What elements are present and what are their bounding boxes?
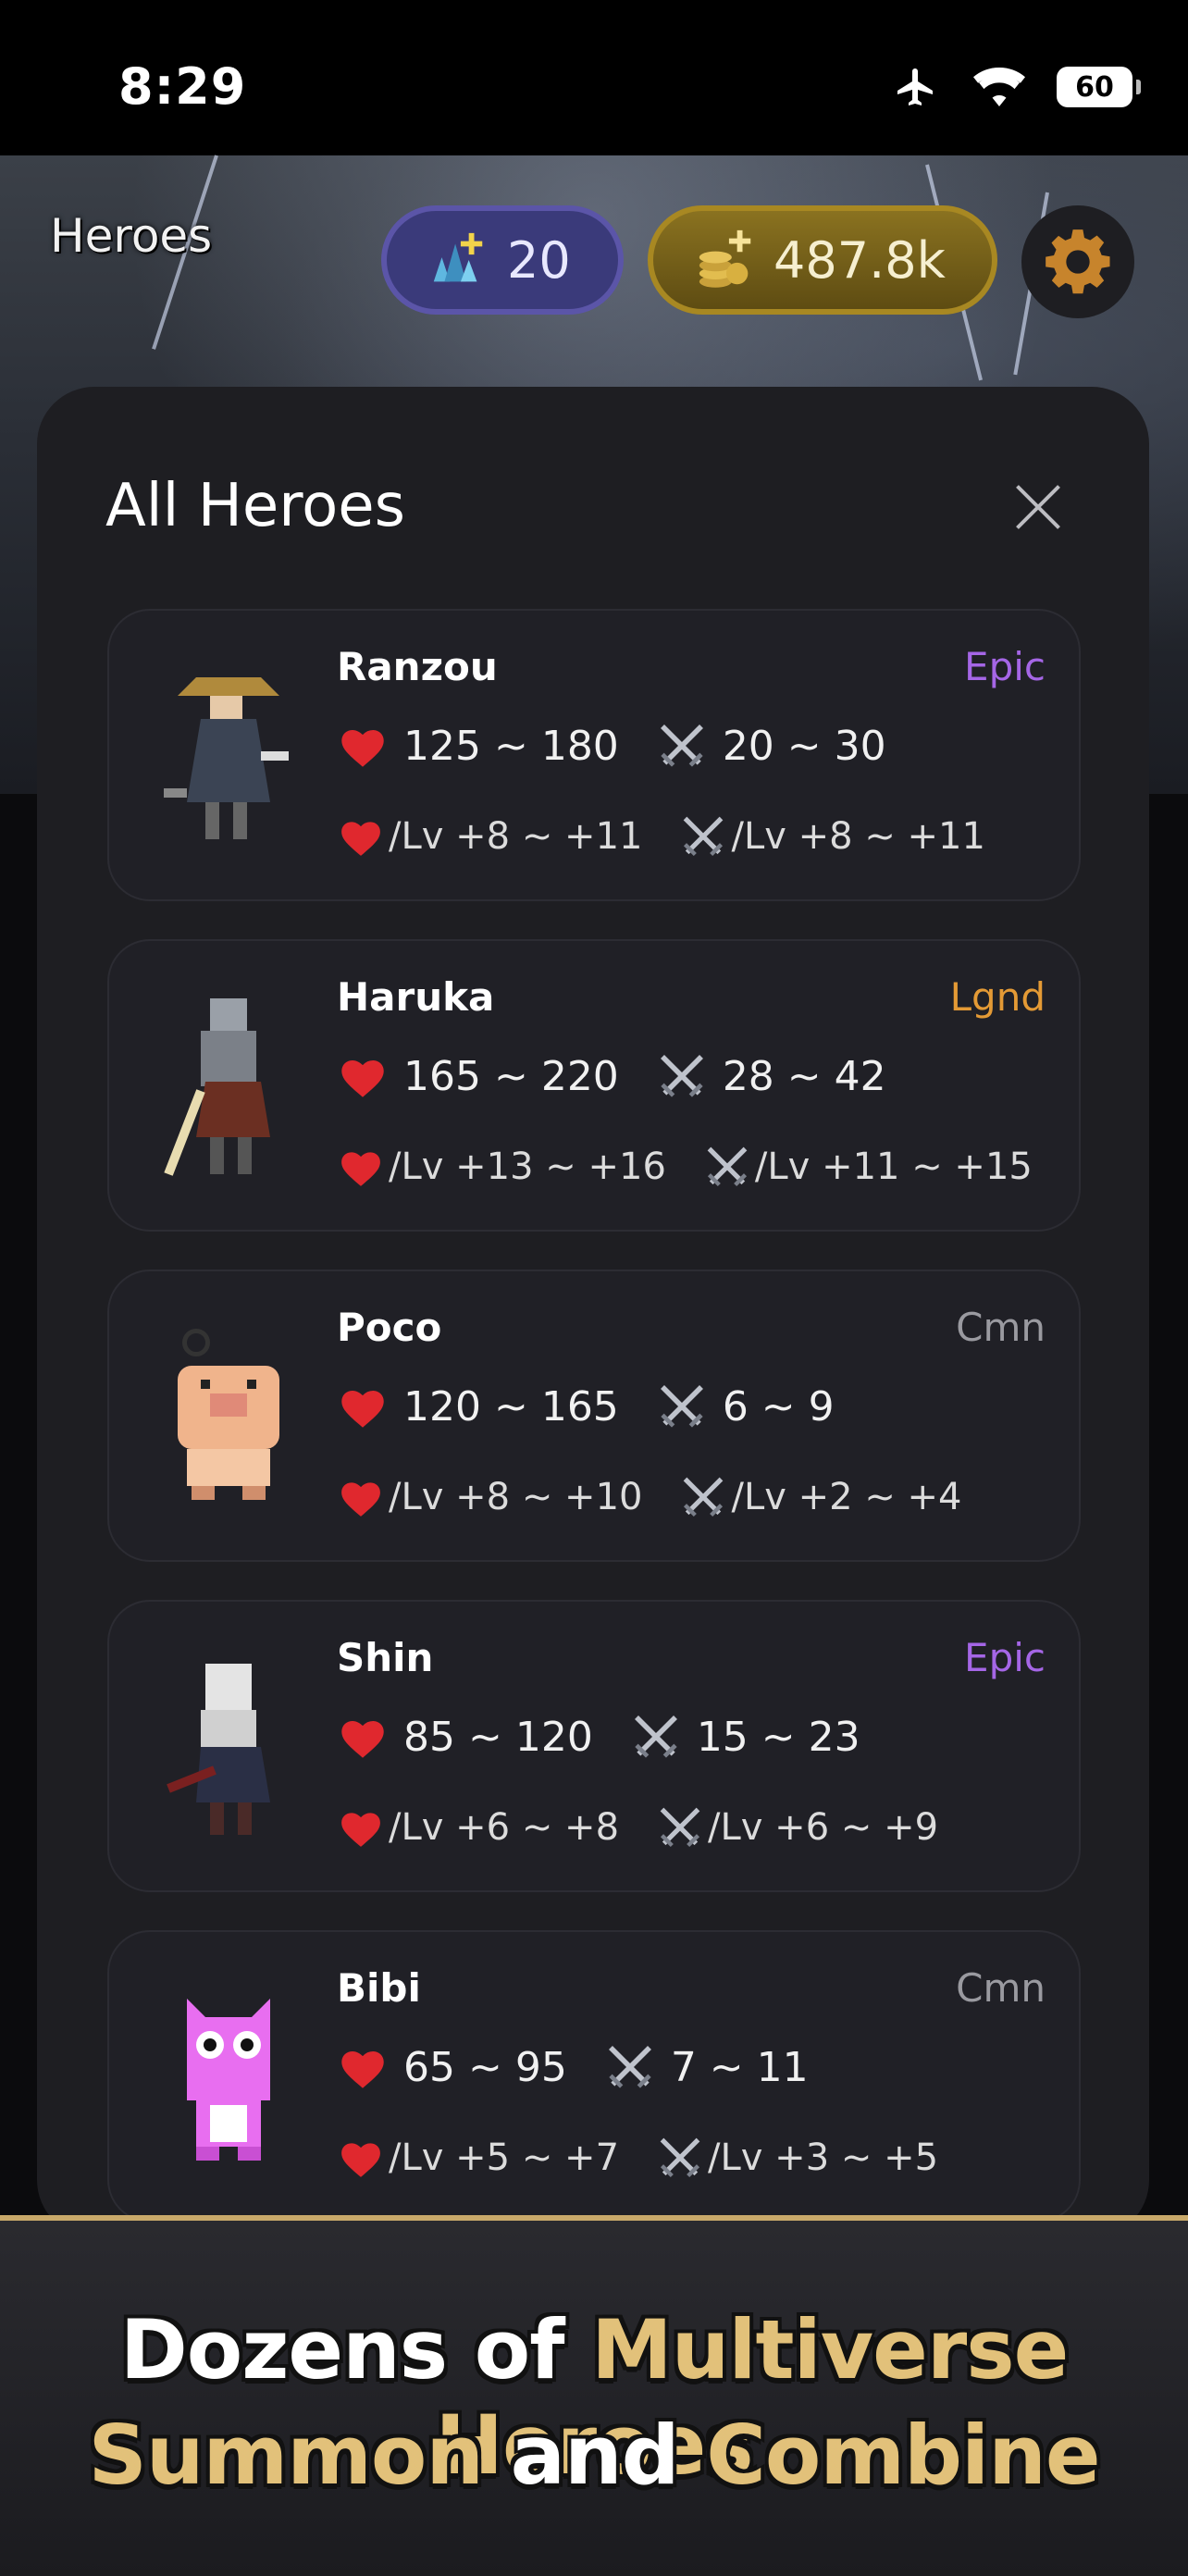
atk-range: 7 ~ 11 [670,2043,809,2091]
level-stats: /Lv +8 ~ +10 /Lv +2 ~ +4 [337,1473,962,1521]
close-icon[interactable] [1010,479,1066,535]
rarity-label: Epic [964,644,1046,689]
ranzou-sprite-icon [164,677,289,839]
base-stats: 85 ~ 120 15 ~ 23 [337,1711,860,1763]
atk-range: 15 ~ 23 [696,1713,860,1761]
atk-per-level: /Lv +11 ~ +15 [754,1146,1033,1188]
hero-card-haruka[interactable]: Haruka Lgnd 165 ~ 220 28 ~ 42 /Lv +13 ~ … [107,939,1081,1232]
crossed-swords-icon [660,724,703,767]
heart-icon [341,822,380,856]
status-time: 8:29 [118,57,247,116]
page-title: Heroes [50,209,213,263]
crossed-swords-icon [707,1146,748,1187]
crossed-swords-icon [634,1715,677,1758]
atk-range: 20 ~ 30 [722,722,886,770]
hero-card-ranzou[interactable]: Ranzou Epic 125 ~ 180 20 ~ 30 /Lv +8 ~ +… [107,609,1081,901]
heart-icon [341,1720,384,1758]
hp-per-level: /Lv +13 ~ +16 [389,1146,666,1188]
heart-icon [341,1482,380,1517]
hero-name: Bibi [337,1965,421,2011]
status-bar: 8:29 60 [0,0,1188,155]
crossed-swords-icon [660,1385,703,1428]
banner-line-2: Summon and Combine [0,2408,1188,2503]
promo-banner: Dozens of Multiverse Heroes Summon and C… [0,2215,1188,2576]
heart-icon [341,1059,384,1097]
crossed-swords-icon [608,2046,651,2088]
gems-value: 20 [507,230,571,290]
haruka-sprite-icon [164,998,270,1176]
heart-icon [341,1813,380,1847]
level-stats: /Lv +8 ~ +11 /Lv +8 ~ +11 [337,812,985,861]
banner-text: Dozens of [119,2302,592,2397]
coins-plus-icon [699,229,751,288]
level-stats: /Lv +13 ~ +16 /Lv +11 ~ +15 [337,1143,1033,1191]
base-stats: 165 ~ 220 28 ~ 42 [337,1050,886,1102]
banner-highlight: Summon [88,2408,484,2503]
gold-value: 487.8k [773,230,946,290]
hp-range: 120 ~ 165 [403,1382,619,1430]
modal-title: All Heroes [105,472,405,540]
heart-icon [341,2050,384,2088]
banner-highlight: Combine [706,2408,1100,2503]
crossed-swords-icon [660,1055,703,1097]
hero-card-poco[interactable]: Poco Cmn 120 ~ 165 6 ~ 9 /Lv +8 ~ +10 /L… [107,1269,1081,1562]
airplane-mode-icon [897,68,933,105]
status-icons: 60 [890,65,1141,109]
base-stats: 125 ~ 180 20 ~ 30 [337,720,886,772]
heart-icon [341,729,384,767]
hero-name: Poco [337,1305,442,1350]
atk-range: 28 ~ 42 [722,1052,886,1100]
hp-per-level: /Lv +5 ~ +7 [389,2136,620,2179]
atk-per-level: /Lv +3 ~ +5 [708,2136,939,2179]
heart-icon [341,2143,380,2177]
crossed-swords-icon [684,816,724,857]
heart-icon [341,1152,380,1186]
hp-per-level: /Lv +8 ~ +11 [389,815,643,858]
hp-range: 65 ~ 95 [403,2043,567,2091]
hero-name: Ranzou [337,644,498,689]
banner-text: and [483,2408,707,2503]
gear-icon [1046,229,1110,294]
atk-per-level: /Lv +8 ~ +11 [731,815,985,858]
rarity-label: Cmn [956,1305,1046,1350]
level-stats: /Lv +5 ~ +7 /Lv +3 ~ +5 [337,2134,938,2182]
wifi-icon [973,67,1025,106]
settings-button[interactable] [1021,205,1134,318]
hp-range: 165 ~ 220 [403,1052,619,1100]
hero-card-bibi[interactable]: Bibi Cmn 65 ~ 95 7 ~ 11 /Lv +5 ~ +7 /Lv … [107,1930,1081,2223]
hp-per-level: /Lv +6 ~ +8 [389,1806,620,1849]
crossed-swords-icon [660,1807,700,1848]
all-heroes-modal: All Heroes Ranzou Epic 125 ~ 180 20 ~ 30… [37,387,1149,2237]
crystal-plus-icon [433,232,483,282]
shin-sprite-icon [167,1664,270,1835]
atk-range: 6 ~ 9 [722,1382,835,1430]
rarity-label: Cmn [956,1965,1046,2011]
rarity-label: Lgnd [949,974,1046,1020]
hero-name: Haruka [337,974,495,1020]
crossed-swords-icon [684,1477,724,1517]
level-stats: /Lv +6 ~ +8 /Lv +6 ~ +9 [337,1803,938,1852]
hero-card-shin[interactable]: Shin Epic 85 ~ 120 15 ~ 23 /Lv +6 ~ +8 /… [107,1600,1081,1892]
rarity-label: Epic [964,1635,1046,1680]
hp-per-level: /Lv +8 ~ +10 [389,1476,643,1518]
hp-range: 125 ~ 180 [403,722,619,770]
gems-counter[interactable]: 20 [381,205,624,315]
bibi-sprite-icon [187,1999,270,2161]
base-stats: 65 ~ 95 7 ~ 11 [337,2041,809,2093]
crossed-swords-icon [660,2137,700,2178]
heart-icon [341,1390,384,1428]
atk-per-level: /Lv +6 ~ +9 [708,1806,939,1849]
hp-range: 85 ~ 120 [403,1713,593,1761]
hero-name: Shin [337,1635,434,1680]
atk-per-level: /Lv +2 ~ +4 [731,1476,962,1518]
battery-indicator: 60 [1057,67,1141,107]
base-stats: 120 ~ 165 6 ~ 9 [337,1381,835,1432]
poco-sprite-icon [178,1329,279,1500]
gold-counter[interactable]: 487.8k [648,205,997,315]
